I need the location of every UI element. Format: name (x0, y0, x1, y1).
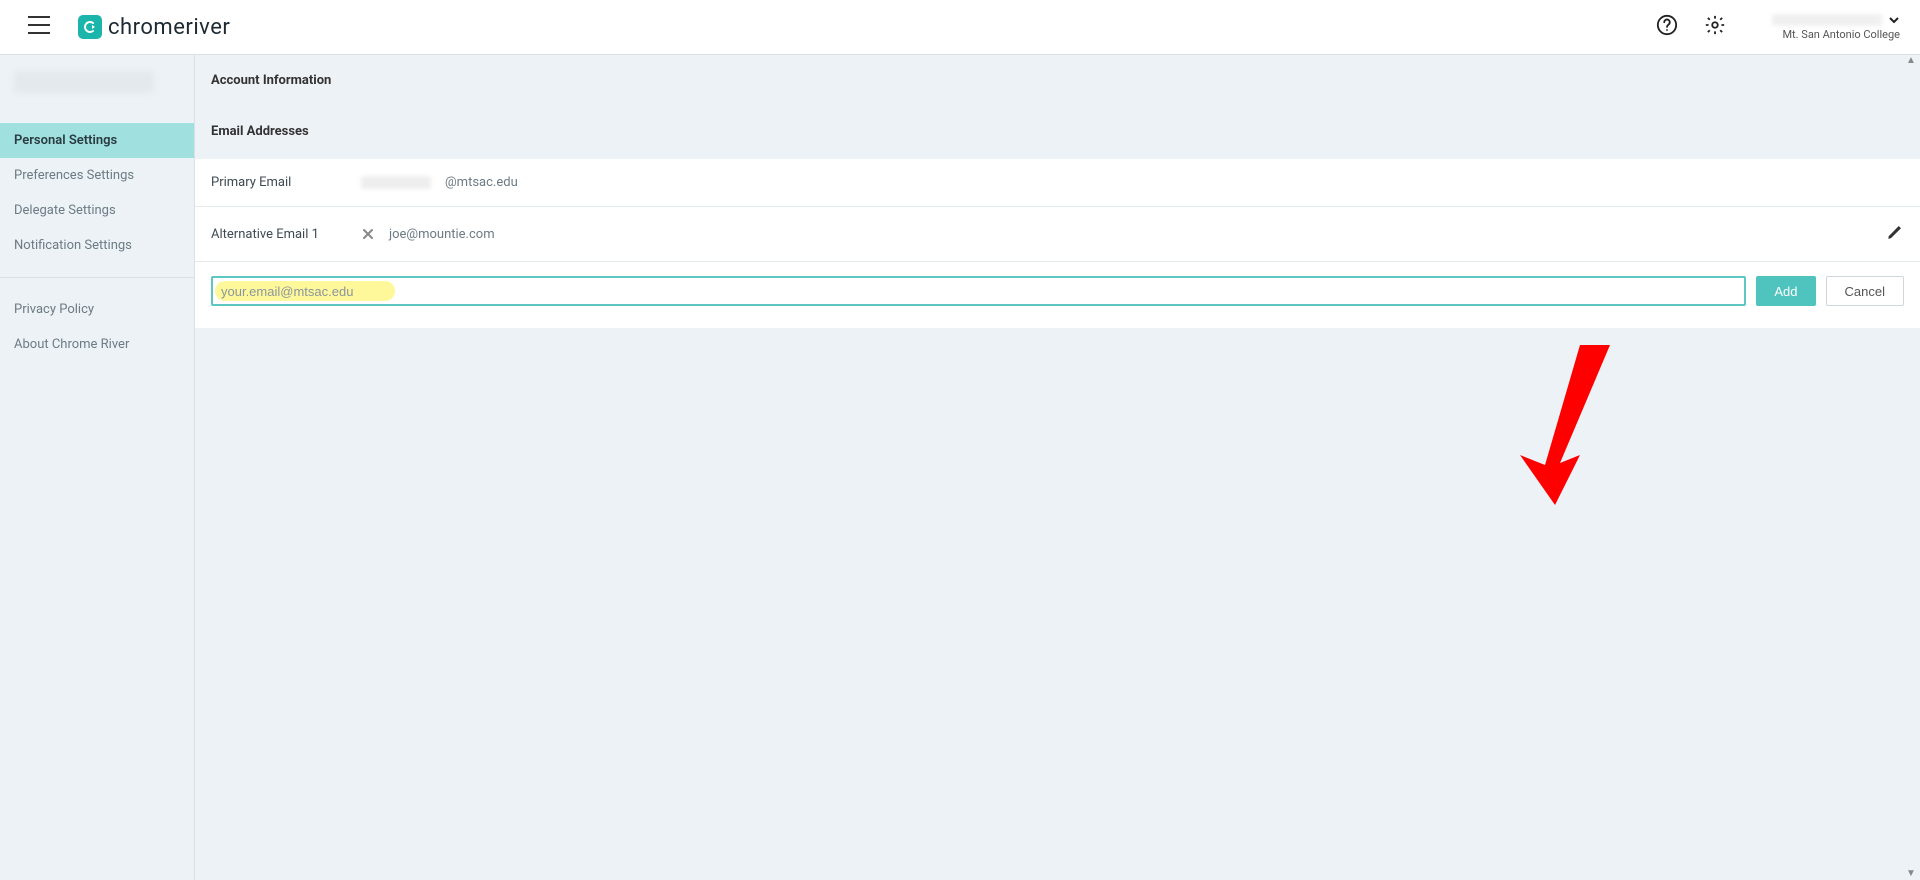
primary-email-suffix: @mtsac.edu (445, 175, 518, 190)
alternative-email-text: joe@mountie.com (389, 227, 495, 242)
sidebar-separator (0, 277, 194, 278)
brand-logo[interactable]: chromeriver (78, 15, 230, 40)
sidebar-item-about[interactable]: About Chrome River (0, 327, 194, 362)
sidebar-item-personal-settings[interactable]: Personal Settings (0, 123, 194, 158)
cancel-button[interactable]: Cancel (1826, 276, 1904, 306)
red-arrow-annotation-icon (1510, 335, 1630, 505)
scrollbar-up-icon[interactable]: ▲ (1906, 55, 1918, 67)
edit-pencil-icon[interactable] (1886, 223, 1904, 245)
app-header: chromeriver Mt. San Antonio College (0, 0, 1920, 55)
settings-sidebar: Personal Settings Preferences Settings D… (0, 55, 195, 880)
sidebar-item-privacy-policy[interactable]: Privacy Policy (0, 292, 194, 327)
add-email-row: Add Cancel (195, 262, 1920, 328)
primary-email-label: Primary Email (211, 175, 361, 190)
alternative-email-value: joe@mountie.com (361, 227, 495, 242)
alternative-email-label: Alternative Email 1 (211, 227, 361, 242)
sidebar-item-label: Notification Settings (14, 238, 132, 253)
menu-hamburger-icon[interactable] (28, 16, 50, 38)
sidebar-item-notification-settings[interactable]: Notification Settings (0, 228, 194, 263)
logo-mark-icon (78, 15, 102, 39)
email-input-wrap (211, 276, 1746, 306)
org-name: Mt. San Antonio College (1782, 28, 1900, 41)
section-title: Account Information (195, 55, 1920, 100)
sidebar-user-name-redacted (14, 71, 154, 93)
primary-email-prefix-redacted (361, 176, 431, 189)
sidebar-item-delegate-settings[interactable]: Delegate Settings (0, 193, 194, 228)
sidebar-item-label: About Chrome River (14, 337, 129, 352)
add-button[interactable]: Add (1756, 276, 1815, 306)
alternative-email-row: Alternative Email 1 joe@mountie.com (195, 207, 1920, 262)
sidebar-item-label: Preferences Settings (14, 168, 134, 183)
header-right: Mt. San Antonio College (1656, 14, 1900, 41)
body: Personal Settings Preferences Settings D… (0, 55, 1920, 880)
email-panel: Primary Email @mtsac.edu Alternative Ema… (195, 159, 1920, 328)
new-email-input[interactable] (211, 276, 1746, 306)
primary-email-value: @mtsac.edu (361, 175, 518, 190)
org-dropdown[interactable]: Mt. San Antonio College (1760, 14, 1900, 41)
sidebar-user-block (0, 55, 194, 123)
user-name-redacted (1772, 14, 1882, 26)
primary-email-row: Primary Email @mtsac.edu (195, 159, 1920, 207)
remove-email-icon[interactable] (361, 227, 375, 241)
header-left: chromeriver (28, 15, 230, 40)
sidebar-item-label: Personal Settings (14, 133, 117, 148)
sub-title-email-addresses: Email Addresses (195, 100, 1920, 159)
sidebar-item-label: Delegate Settings (14, 203, 116, 218)
scrollbar-down-icon[interactable]: ▼ (1906, 868, 1918, 880)
chevron-down-icon (1888, 14, 1900, 26)
settings-gear-icon[interactable] (1704, 14, 1726, 40)
help-icon[interactable] (1656, 14, 1678, 40)
sidebar-item-preferences-settings[interactable]: Preferences Settings (0, 158, 194, 193)
brand-name: chromeriver (108, 15, 230, 40)
main-content: Account Information Email Addresses Prim… (195, 55, 1920, 880)
sidebar-item-label: Privacy Policy (14, 302, 94, 317)
